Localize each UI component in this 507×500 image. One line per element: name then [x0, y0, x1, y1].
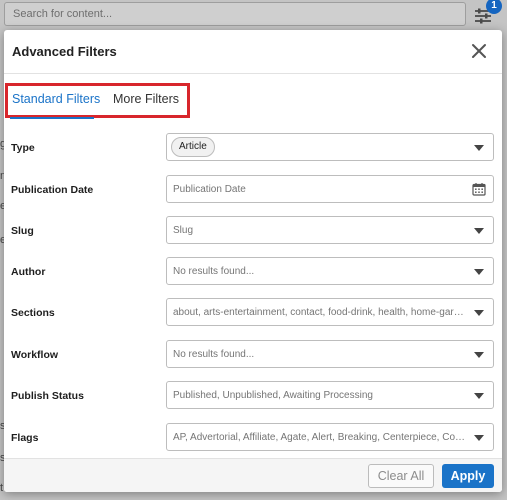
calendar-icon[interactable] [472, 182, 486, 196]
author-select[interactable]: No results found... [166, 257, 494, 285]
clear-all-button[interactable]: Clear All [368, 464, 434, 488]
filter-row-slug: Slug Slug [4, 216, 502, 246]
chevron-down-icon [474, 393, 484, 399]
flags-select[interactable]: AP, Advertorial, Affiliate, Agate, Alert… [166, 423, 494, 451]
advanced-filters-dialog: Advanced Filters Standard Filters More F… [4, 30, 502, 492]
filter-row-publication-date: Publication Date Publication Date [4, 175, 502, 205]
chevron-down-icon [474, 352, 484, 358]
dialog-title: Advanced Filters [12, 44, 117, 59]
close-icon [472, 44, 486, 58]
background-search-input: Search for content... [4, 2, 466, 26]
field-label: Flags [11, 432, 39, 444]
chevron-down-icon [474, 145, 484, 151]
close-button[interactable] [468, 40, 490, 62]
field-label: Publication Date [11, 184, 94, 196]
active-tab-indicator [10, 117, 94, 119]
chevron-down-icon [474, 435, 484, 441]
field-label: Sections [11, 307, 55, 319]
filter-count-badge: 1 [486, 0, 502, 14]
filter-row-type: Type Article [4, 133, 502, 163]
tab-more-filters[interactable]: More Filters [113, 92, 179, 106]
apply-button[interactable]: Apply [442, 464, 494, 488]
filter-row-flags: Flags AP, Advertorial, Affiliate, Agate,… [4, 423, 502, 453]
chevron-down-icon [474, 310, 484, 316]
field-label: Author [11, 266, 46, 278]
field-label: Type [11, 142, 35, 154]
side-letter: t [0, 482, 4, 494]
tab-standard-filters[interactable]: Standard Filters [12, 92, 100, 106]
filter-tabs: Standard Filters More Filters [4, 80, 502, 120]
type-select[interactable]: Article [166, 133, 494, 161]
field-placeholder: No results found... [173, 266, 255, 277]
publication-date-input[interactable]: Publication Date [166, 175, 494, 203]
field-placeholder: Publication Date [173, 184, 246, 195]
field-placeholder: about, arts-entertainment, contact, food… [173, 307, 467, 318]
chevron-down-icon [474, 228, 484, 234]
filter-row-author: Author No results found... [4, 257, 502, 287]
workflow-select[interactable]: No results found... [166, 340, 494, 368]
filter-row-workflow: Workflow No results found... [4, 340, 502, 370]
background-search-placeholder: Search for content... [13, 8, 113, 20]
sections-select[interactable]: about, arts-entertainment, contact, food… [166, 298, 494, 326]
field-label: Publish Status [11, 390, 84, 402]
field-placeholder: AP, Advertorial, Affiliate, Agate, Alert… [173, 432, 467, 443]
field-label: Slug [11, 225, 34, 237]
publish-status-select[interactable]: Published, Unpublished, Awaiting Process… [166, 381, 494, 409]
dialog-footer: Clear All Apply [4, 458, 502, 492]
type-chip[interactable]: Article [171, 137, 215, 157]
field-placeholder: Slug [173, 225, 194, 236]
filter-row-publish-status: Publish Status Published, Unpublished, A… [4, 381, 502, 411]
field-placeholder: No results found... [173, 349, 255, 360]
chevron-down-icon [474, 269, 484, 275]
field-placeholder: Published, Unpublished, Awaiting Process… [173, 390, 373, 401]
field-label: Workflow [11, 349, 59, 361]
slug-select[interactable]: Slug [166, 216, 494, 244]
filter-row-sections: Sections about, arts-entertainment, cont… [4, 298, 502, 328]
dialog-header: Advanced Filters [4, 30, 502, 74]
